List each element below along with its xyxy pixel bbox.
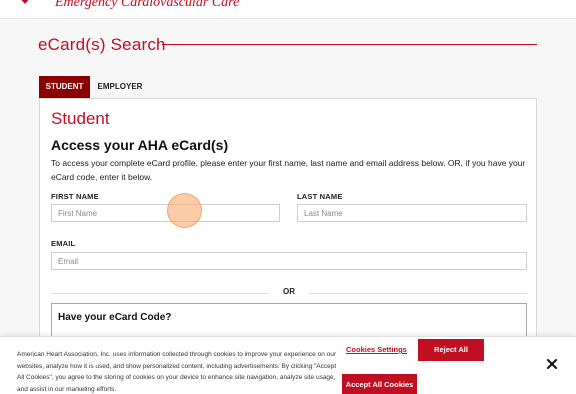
first-name-input[interactable] <box>51 204 280 222</box>
or-divider: OR <box>51 287 527 299</box>
form-heading: Access your AHA eCard(s) <box>51 137 229 153</box>
section-title: Student <box>51 109 110 128</box>
ecard-code-title: Have your eCard Code? <box>58 312 172 323</box>
cookie-text: American Heart Association, Inc. uses in… <box>17 351 337 393</box>
close-icon[interactable] <box>545 357 559 371</box>
first-name-label: FIRST NAME <box>51 192 99 201</box>
accept-all-cookies-button[interactable]: Accept All Cookies <box>342 374 417 394</box>
page-heading: eCard(s) Search <box>38 35 538 57</box>
page-title: eCard(s) Search <box>38 35 166 54</box>
or-line-right <box>309 293 527 294</box>
header-subtitle: Emergency Cardiovascular Care <box>55 0 240 10</box>
aha-logo-icon[interactable] <box>18 0 32 4</box>
tab-employer[interactable]: EMPLOYER <box>91 76 149 98</box>
last-name-input[interactable] <box>297 204 527 222</box>
tab-student[interactable]: STUDENT <box>39 76 90 98</box>
email-label: EMAIL <box>51 239 76 248</box>
or-label: OR <box>283 287 295 296</box>
email-input[interactable] <box>51 252 527 270</box>
cookies-settings-link[interactable]: Cookies Settings <box>346 345 407 354</box>
title-divider <box>162 44 537 45</box>
reject-all-button[interactable]: Reject All <box>418 339 484 361</box>
form-instructions: To access your complete eCard profile, p… <box>51 158 526 182</box>
last-name-label: LAST NAME <box>297 192 343 201</box>
cookie-banner: American Heart Association, Inc. uses in… <box>0 336 576 394</box>
site-header: Emergency Cardiovascular Care <box>0 0 576 19</box>
or-line-left <box>51 293 269 294</box>
